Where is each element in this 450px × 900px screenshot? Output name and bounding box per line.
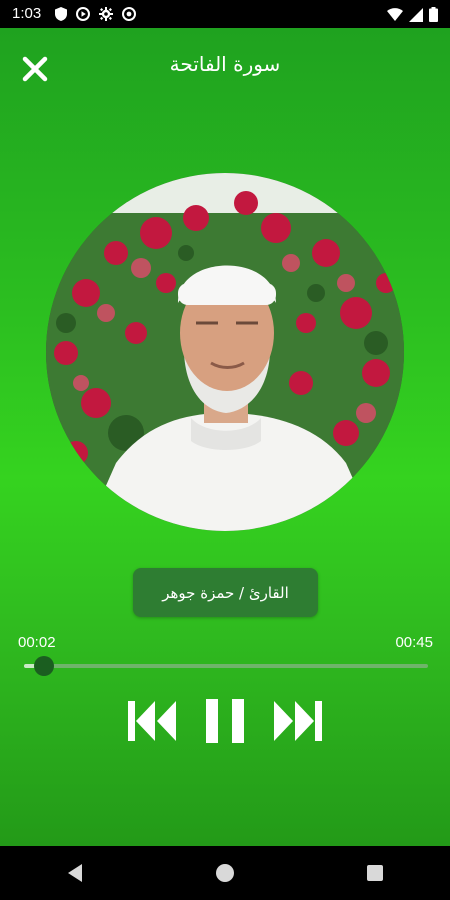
reciter-photo <box>46 173 404 531</box>
sync-icon <box>122 7 136 21</box>
screen: 1:03 سورة الفاتحة القارئ / حمزة جوهر 00:… <box>0 0 450 900</box>
nav-recents-button[interactable] <box>345 853 405 893</box>
battery-icon <box>429 7 438 22</box>
seek-bar[interactable] <box>24 656 428 676</box>
gear-icon <box>99 7 113 21</box>
time-elapsed: 00:02 <box>18 634 56 651</box>
shield-icon <box>55 7 67 21</box>
skip-next-icon[interactable] <box>272 699 322 743</box>
pause-icon[interactable] <box>204 697 246 745</box>
status-icons-left <box>55 7 136 21</box>
nav-back-button[interactable] <box>45 853 105 893</box>
seek-thumb[interactable] <box>34 656 55 676</box>
navigation-bar <box>0 846 450 900</box>
reciter-label: القارئ / حمزة جوهر <box>162 583 289 602</box>
status-time: 1:03 <box>12 5 42 22</box>
skip-previous-icon[interactable] <box>128 699 178 743</box>
reciter-photo-image <box>46 173 404 531</box>
home-icon <box>216 864 234 882</box>
playback-controls <box>0 696 450 746</box>
status-icons-right <box>387 7 438 22</box>
player-screen: سورة الفاتحة القارئ / حمزة جوهر 00:02 00… <box>0 28 450 846</box>
status-bar: 1:03 <box>0 0 450 28</box>
signal-icon <box>409 7 423 22</box>
nav-home-button[interactable] <box>195 853 255 893</box>
play-circle-icon <box>76 7 90 21</box>
reciter-badge: القارئ / حمزة جوهر <box>133 568 318 617</box>
wifi-icon <box>387 8 403 21</box>
time-total: 00:45 <box>395 634 433 651</box>
recents-icon <box>367 865 383 881</box>
surah-title: سورة الفاتحة <box>169 52 281 76</box>
back-icon <box>68 864 82 882</box>
